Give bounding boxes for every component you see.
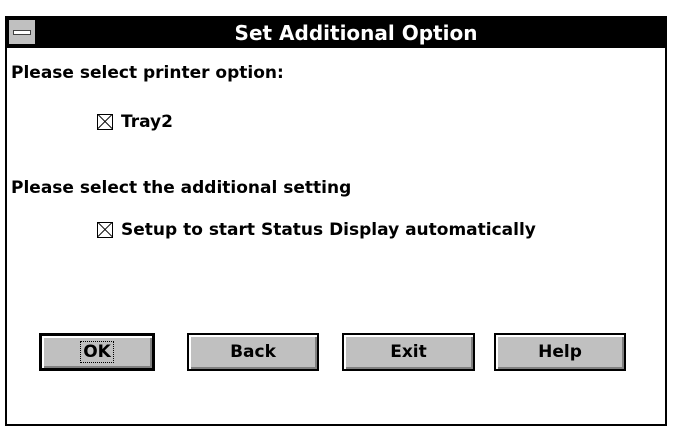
window-title: Set Additional Option — [234, 21, 478, 45]
checkbox-checked-icon — [97, 114, 113, 130]
additional-setting-prompt: Please select the additional setting — [11, 178, 352, 198]
help-button[interactable]: Help — [494, 333, 626, 371]
printer-option-prompt: Please select printer option: — [11, 63, 284, 83]
status-display-label: Setup to start Status Display automatica… — [121, 220, 536, 240]
exit-button-label: Exit — [390, 342, 427, 362]
back-button-label: Back — [230, 342, 276, 362]
ok-button[interactable]: OK — [39, 333, 155, 371]
tray2-label: Tray2 — [121, 112, 173, 132]
system-menu-button[interactable] — [9, 20, 37, 44]
ok-button-label: OK — [80, 341, 114, 363]
title-bar: Set Additional Option — [7, 18, 665, 48]
help-button-label: Help — [538, 342, 582, 362]
tray2-checkbox[interactable]: Tray2 — [97, 112, 173, 132]
back-button[interactable]: Back — [187, 333, 319, 371]
set-additional-option-dialog: Set Additional Option Please select prin… — [5, 16, 667, 426]
minus-icon — [13, 30, 31, 35]
status-display-checkbox[interactable]: Setup to start Status Display automatica… — [97, 220, 536, 240]
checkbox-checked-icon — [97, 222, 113, 238]
exit-button[interactable]: Exit — [342, 333, 475, 371]
